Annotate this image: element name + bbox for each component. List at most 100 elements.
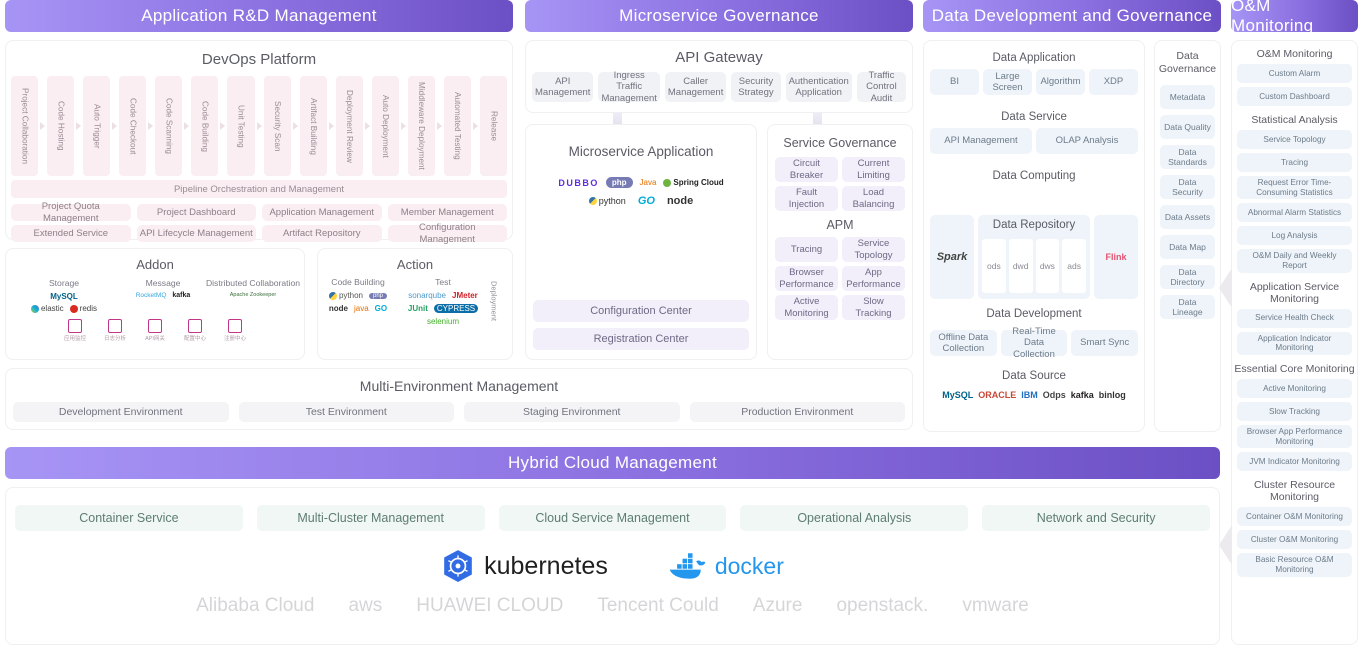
addon-tool-cell[interactable]: API网关 [138,319,172,342]
data-service-chip[interactable]: API Management [930,128,1032,154]
addon-title: Addon [136,257,174,272]
devops-feature-chip[interactable]: Member Management [387,204,507,221]
om-item-chip[interactable]: Tracing [1237,153,1352,172]
om-item-chip[interactable]: Application Indicator Monitoring [1237,331,1352,356]
pipeline-stage[interactable]: Code Checkout [119,76,147,176]
pipeline-stage[interactable]: Code Building [191,76,219,176]
data-repository-layer[interactable]: dwd [1008,239,1033,293]
data-repository-layer[interactable]: ads [1062,239,1086,293]
apm-chip[interactable]: Browser Performance [775,266,838,291]
addon-category-row: Storage MySQL elastic redis Message Rock… [5,278,305,313]
api-gateway-chip[interactable]: API Management [532,72,594,102]
apm-chip[interactable]: Tracing [775,237,838,262]
data-governance-chip[interactable]: Data Lineage [1160,295,1215,320]
data-governance-chip[interactable]: Data Map [1160,235,1215,260]
pipeline-arrow [399,76,408,176]
hybrid-cloud-chip[interactable]: Cloud Service Management [498,505,727,531]
devops-feature-chip[interactable]: Project Dashboard [136,204,256,221]
data-development-chip[interactable]: Offline Data Collection [930,330,997,356]
addon-tool-cell[interactable]: 配置中心 [178,319,212,342]
addon-tool-cell[interactable]: 日志分析 [98,319,132,342]
devops-feature-chip[interactable]: Application Management [262,204,382,221]
pipeline-stage[interactable]: Auto Deployment [371,76,399,176]
data-repository-layer[interactable]: ods [982,239,1006,293]
data-application-chip[interactable]: Algorithm [1036,69,1085,95]
om-item-chip[interactable]: JVM Indicator Monitoring [1237,452,1352,472]
pipeline-stage[interactable]: Security Scan [263,76,291,176]
pipeline-stage[interactable]: Artifact Building [299,76,327,176]
api-gateway-chip[interactable]: Traffic Control Audit [856,70,906,104]
om-item-chip[interactable]: Service Health Check [1237,308,1352,328]
data-application-chip[interactable]: BI [930,69,979,95]
api-gateway-chip[interactable]: Security Strategy [731,72,781,102]
pipeline-stage[interactable]: Automated Testing [443,76,472,176]
pipeline-stage[interactable]: Middleware Deployment [407,76,435,176]
om-item-chip[interactable]: Log Analysis [1237,226,1352,246]
pipeline-arrow [327,76,336,176]
addon-tool-cell[interactable]: 注册中心 [218,319,252,342]
pipeline-stage-label: Code Checkout [128,97,138,155]
service-governance-chip[interactable]: Circuit Breaker [775,157,838,182]
service-governance-chip[interactable]: Current Limiting [842,157,905,182]
om-item-chip[interactable]: Custom Alarm [1237,64,1352,83]
om-item-chip[interactable]: Active Monitoring [1237,379,1352,399]
data-governance-chip[interactable]: Data Directory [1160,265,1215,290]
pipeline-stage[interactable]: Project Collaboration [11,76,39,176]
data-governance-chip[interactable]: Data Security [1160,175,1215,200]
api-gateway-chip[interactable]: Ingress Traffic Management [598,70,660,104]
hybrid-cloud-chip[interactable]: Operational Analysis [740,505,969,531]
data-application-chip[interactable]: Large Screen [983,69,1032,95]
api-gateway-chip[interactable]: Caller Management [664,72,727,102]
pipeline-stage[interactable]: Deployment Review [335,76,363,176]
data-development-chip[interactable]: Smart Sync [1071,330,1139,356]
om-item-chip[interactable]: Cluster O&M Monitoring [1237,530,1352,550]
data-development-chip[interactable]: Real-Time Data Collection [1000,326,1068,360]
hybrid-cloud-chip[interactable]: Multi-Cluster Management [256,505,485,531]
pipeline-stage[interactable]: Release [480,76,508,176]
openstack-logo: openstack. [836,595,929,616]
pipeline-stage[interactable]: Unit Testing [227,76,255,176]
data-service-chip[interactable]: OLAP Analysis [1036,128,1138,154]
pipeline-stage[interactable]: Auto Trigger [83,76,111,176]
devops-feature-chip[interactable]: Configuration Management [387,222,507,245]
data-governance-chip[interactable]: Data Quality [1160,115,1215,140]
environment-chip[interactable]: Staging Environment [464,402,680,422]
registration-center-chip[interactable]: Registration Center [533,328,749,350]
service-governance-chip[interactable]: Load Balancing [842,186,905,211]
devops-feature-chip[interactable]: Project Quota Management [11,201,131,224]
apm-chip[interactable]: Active Monitoring [775,295,838,320]
om-item-chip[interactable]: Custom Dashboard [1237,87,1352,106]
om-item-chip[interactable]: Abnormal Alarm Statistics [1237,203,1352,223]
om-item-chip[interactable]: Slow Tracking [1237,402,1352,422]
hybrid-cloud-chip[interactable]: Network and Security [982,505,1210,531]
environment-chip[interactable]: Test Environment [238,402,454,422]
om-item-chip[interactable]: Basic Resource O&M Monitoring [1237,553,1352,577]
devops-feature-chip[interactable]: Artifact Repository [262,225,382,242]
data-governance-chip[interactable]: Data Standards [1160,145,1215,170]
apm-chip[interactable]: Service Topology [842,237,905,262]
data-application-chip[interactable]: XDP [1089,69,1138,95]
data-governance-chip[interactable]: Metadata [1160,85,1215,110]
pipeline-stage-label: Middleware Deployment [417,82,427,170]
api-gateway-chip[interactable]: Authentication Application [785,72,852,102]
devops-feature-chip[interactable]: Extended Service [11,225,131,242]
environment-chip[interactable]: Production Environment [689,402,905,422]
pipeline-stage[interactable]: Code Hosting [47,76,75,176]
service-governance-chip[interactable]: Fault Injection [775,186,838,211]
om-item-chip[interactable]: Service Topology [1237,130,1352,149]
data-governance-chip[interactable]: Data Assets [1160,205,1215,230]
configuration-center-chip[interactable]: Configuration Center [533,300,749,322]
hybrid-cloud-chip[interactable]: Container Service [15,505,243,531]
om-item-chip[interactable]: Browser App Performance Monitoring [1237,425,1352,449]
apm-chip[interactable]: App Performance [842,266,905,291]
data-repository-layer[interactable]: dws [1035,239,1060,293]
pipeline-stage[interactable]: Code Scanning [155,76,183,176]
apm-chip[interactable]: Slow Tracking [842,295,905,320]
addon-tool-cell[interactable]: 应用监控 [58,319,92,342]
om-item-chip[interactable]: O&M Daily and Weekly Report [1237,249,1352,273]
service-governance-items: Circuit Breaker Current Limiting Fault Inj… [767,157,913,211]
om-item-chip[interactable]: Container O&M Monitoring [1237,507,1352,527]
om-item-chip[interactable]: Request Error Time-Consuming Statistics [1237,176,1352,200]
environment-chip[interactable]: Development Environment [13,402,229,422]
devops-feature-chip[interactable]: API Lifecycle Management [136,225,256,242]
